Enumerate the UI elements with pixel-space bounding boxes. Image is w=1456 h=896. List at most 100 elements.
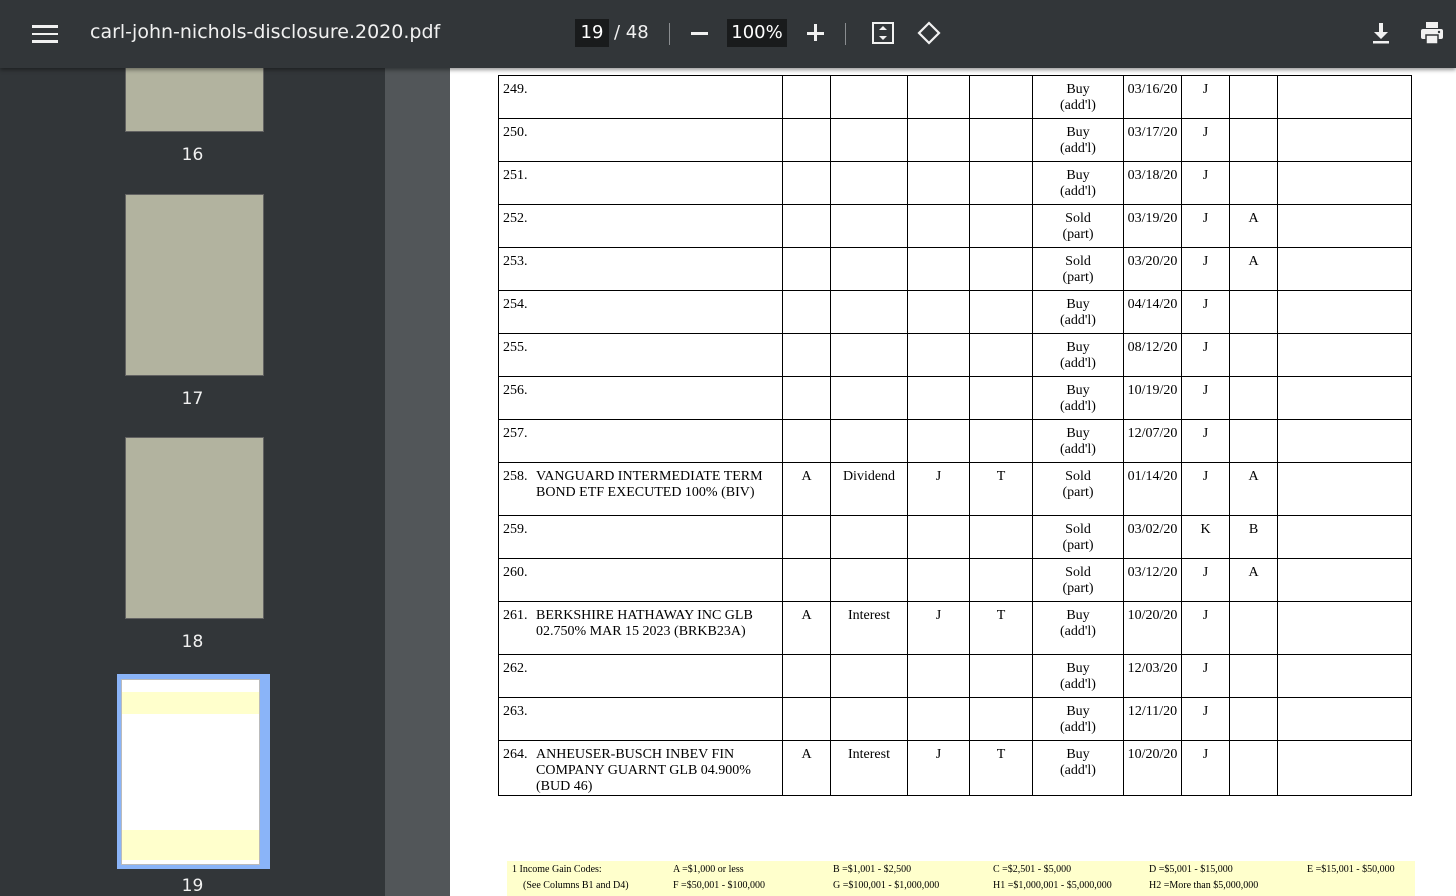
cell-c1-value-code xyxy=(907,290,970,334)
thumbnail-page-18[interactable] xyxy=(125,437,264,619)
cell-b1-income-amount xyxy=(782,558,831,602)
cell-d4-gain-code xyxy=(1229,333,1278,377)
cell-d1-transaction-type: Buy (add'l) xyxy=(1032,697,1124,741)
table-row: 255. Buy (add'l) 08/12/20 J xyxy=(498,333,1412,377)
pdf-page-19: 249. Buy (add'l) 03/16/20 J 250. Buy (add'l) 0… xyxy=(450,68,1456,896)
cell-b2-income-type xyxy=(830,376,908,420)
thumbnail-sidebar[interactable]: 16 17 18 19 xyxy=(0,0,385,896)
hamburger-menu-icon[interactable] xyxy=(30,22,60,46)
code-h1: H1 =$1,000,001 - $5,000,000 xyxy=(993,880,1112,891)
zoom-out-button[interactable] xyxy=(688,18,712,48)
cell-d2-date-text: 03/12/20 xyxy=(1127,565,1178,580)
code-h2: H2 =More than $5,000,000 xyxy=(1149,880,1259,891)
cell-d2-date-text: 10/20/20 xyxy=(1127,608,1178,623)
cell-c2-value-method xyxy=(969,654,1033,698)
row-description: 261. BERKSHIRE HATHAWAY INC GLB 02.750% M… xyxy=(498,601,783,655)
thumbnail-page-17[interactable] xyxy=(125,194,264,376)
cell-d2-date: 03/16/20 xyxy=(1123,75,1182,119)
current-page-input[interactable]: 19 xyxy=(575,19,609,47)
row-description: 264. ANHEUSER-BUSCH INBEV FIN COMPANY GUA… xyxy=(498,740,783,796)
cell-c2-value-method-text: T xyxy=(996,608,1006,623)
cell-c2-value-method xyxy=(969,558,1033,602)
cell-b1-income-amount-text: A xyxy=(801,608,812,623)
cell-c1-value-code xyxy=(907,419,970,463)
cell-c1-value-code xyxy=(907,118,970,162)
cell-c1-value-code xyxy=(907,247,970,291)
cell-c1-value-code xyxy=(907,75,970,119)
cell-d3-value-code: J xyxy=(1181,161,1230,205)
cell-d1-transaction-type: Sold (part) xyxy=(1032,515,1124,559)
cell-b1-income-amount xyxy=(782,290,831,334)
cell-c2-value-method xyxy=(969,247,1033,291)
cell-d1-transaction-type-text: Buy (add'l) xyxy=(1060,125,1096,156)
total-pages: / 48 xyxy=(614,22,649,43)
cell-c1-value-code-text: J xyxy=(935,747,942,762)
cell-b2-income-type: Interest xyxy=(830,601,908,655)
cell-d4-gain-code xyxy=(1229,654,1278,698)
cell-d2-date-text: 12/07/20 xyxy=(1127,426,1178,441)
cell-d2-date: 03/19/20 xyxy=(1123,204,1182,248)
cell-d4-gain-code: A xyxy=(1229,204,1278,248)
rotate-counterclockwise-icon[interactable] xyxy=(916,20,942,51)
thumbnail-page-19[interactable] xyxy=(121,679,260,865)
cell-b2-income-type xyxy=(830,333,908,377)
cell-d3-value-code-text: J xyxy=(1202,608,1209,623)
row-description: 262. xyxy=(498,654,783,698)
toolbar-divider xyxy=(845,23,846,45)
thumbnail-page-19-selected[interactable] xyxy=(117,674,270,869)
cell-c2-value-method xyxy=(969,75,1033,119)
zoom-level-input[interactable]: 100% xyxy=(727,19,787,47)
cell-b2-income-type xyxy=(830,204,908,248)
cell-d4-gain-code xyxy=(1229,75,1278,119)
cell-b1-income-amount xyxy=(782,204,831,248)
row-description: 259. xyxy=(498,515,783,559)
cell-b1-income-amount xyxy=(782,376,831,420)
cell-b2-income-type: Dividend xyxy=(830,462,908,516)
code-f: F =$50,001 - $100,000 xyxy=(673,880,766,891)
row-number: 255. xyxy=(503,340,528,355)
cell-c2-value-method xyxy=(969,697,1033,741)
table-row: 262. Buy (add'l) 12/03/20 J xyxy=(498,654,1412,698)
cell-b2-income-type xyxy=(830,558,908,602)
cell-d1-transaction-type-text: Buy (add'l) xyxy=(1060,383,1096,414)
cell-b2-income-type-text: Interest xyxy=(848,608,890,623)
cell-d2-date: 12/11/20 xyxy=(1123,697,1182,741)
cell-d2-date: 03/18/20 xyxy=(1123,161,1182,205)
row-number: 249. xyxy=(503,82,528,97)
cell-c2-value-method xyxy=(969,290,1033,334)
row-description: 263. xyxy=(498,697,783,741)
cell-d4-gain-code: A xyxy=(1229,247,1278,291)
cell-c1-value-code-text: J xyxy=(935,608,942,623)
cell-d1-transaction-type-text: Sold (part) xyxy=(1062,254,1094,285)
cell-d2-date: 03/12/20 xyxy=(1123,558,1182,602)
cell-b2-income-type xyxy=(830,419,908,463)
cell-d3-value-code: J xyxy=(1181,558,1230,602)
cell-d1-transaction-type-text: Sold (part) xyxy=(1062,565,1094,596)
cell-d3-value-code-text: J xyxy=(1202,704,1209,719)
cell-d4-gain-code-text: A xyxy=(1248,469,1259,484)
cell-d1-transaction-type: Buy (add'l) xyxy=(1032,740,1124,796)
cell-b2-income-type xyxy=(830,290,908,334)
cell-c1-value-code xyxy=(907,558,970,602)
cell-d3-value-code: J xyxy=(1181,204,1230,248)
cell-c1-value-code xyxy=(907,204,970,248)
thumbnail-page-16[interactable] xyxy=(125,62,264,132)
zoom-in-button[interactable] xyxy=(804,20,828,46)
row-description: 254. xyxy=(498,290,783,334)
cell-d1-transaction-type-text: Buy (add'l) xyxy=(1060,661,1096,692)
cell-d4-gain-code xyxy=(1229,697,1278,741)
cell-b2-income-type-text: Interest xyxy=(848,747,890,762)
download-icon[interactable] xyxy=(1369,21,1393,50)
cell-d3-value-code: J xyxy=(1181,419,1230,463)
row-number: 253. xyxy=(503,254,528,269)
cell-d2-date: 01/14/20 xyxy=(1123,462,1182,516)
cell-c2-value-method-text: T xyxy=(996,469,1006,484)
cell-d1-transaction-type: Buy (add'l) xyxy=(1032,654,1124,698)
cell-d5-identity xyxy=(1277,118,1412,162)
table-row: 254. Buy (add'l) 04/14/20 J xyxy=(498,290,1412,334)
row-description: 251. xyxy=(498,161,783,205)
print-icon[interactable] xyxy=(1419,20,1445,51)
cell-d3-value-code: J xyxy=(1181,462,1230,516)
cell-c1-value-code xyxy=(907,161,970,205)
fit-to-page-icon[interactable] xyxy=(871,21,895,50)
